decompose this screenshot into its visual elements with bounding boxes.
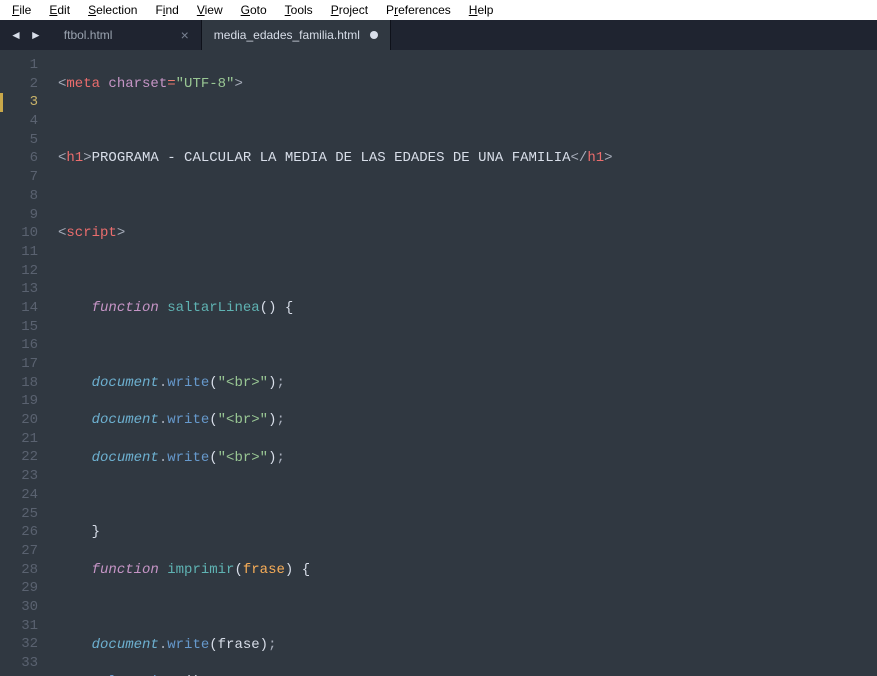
menu-project[interactable]: Project <box>323 1 376 19</box>
code-line[interactable]: document.write(frase); <box>58 636 877 655</box>
code-line[interactable]: document.write("<br>"); <box>58 374 877 393</box>
line-number: 1 <box>0 56 38 75</box>
line-number: 33 <box>0 654 38 673</box>
line-number: 19 <box>0 392 38 411</box>
line-number: 18 <box>0 374 38 393</box>
code-line[interactable]: <meta charset="UTF-8"> <box>58 75 877 94</box>
line-number: 25 <box>0 505 38 524</box>
line-number: 20 <box>0 411 38 430</box>
code-line[interactable]: <script> <box>58 224 877 243</box>
line-number: 3 <box>0 93 38 112</box>
line-number: 24 <box>0 486 38 505</box>
line-number: 22 <box>0 448 38 467</box>
line-number: 32 <box>0 635 38 654</box>
tab-label: media_edades_familia.html <box>214 28 360 42</box>
line-number: 23 <box>0 467 38 486</box>
code-line[interactable]: document.write("<br>"); <box>58 411 877 430</box>
line-number: 17 <box>0 355 38 374</box>
line-number: 12 <box>0 262 38 281</box>
line-gutter: 1 2 3 4 5 6 7 8 9 10 11 12 13 14 15 16 1… <box>0 50 48 676</box>
code-line[interactable] <box>58 262 877 281</box>
menu-help[interactable]: Help <box>461 1 502 19</box>
line-number: 2 <box>0 75 38 94</box>
tab-label: ftbol.html <box>64 28 113 42</box>
code-line[interactable] <box>58 598 877 617</box>
line-number: 11 <box>0 243 38 262</box>
code-line[interactable]: } <box>58 523 877 542</box>
code-line[interactable] <box>58 486 877 505</box>
line-number: 4 <box>0 112 38 131</box>
code-editor[interactable]: 1 2 3 4 5 6 7 8 9 10 11 12 13 14 15 16 1… <box>0 50 877 676</box>
line-number: 7 <box>0 168 38 187</box>
nav-forward-icon[interactable]: ► <box>30 28 42 42</box>
tab-ftbol[interactable]: ftbol.html × <box>52 20 202 50</box>
line-number: 13 <box>0 280 38 299</box>
line-number: 5 <box>0 131 38 150</box>
line-number: 26 <box>0 523 38 542</box>
line-number: 28 <box>0 561 38 580</box>
code-line[interactable] <box>58 112 877 131</box>
menu-preferences[interactable]: Preferences <box>378 1 459 19</box>
line-number: 6 <box>0 149 38 168</box>
nav-back-icon[interactable]: ◄ <box>10 28 22 42</box>
menu-edit[interactable]: Edit <box>41 1 78 19</box>
close-icon[interactable]: × <box>181 27 189 43</box>
code-line[interactable]: function imprimir(frase) { <box>58 561 877 580</box>
line-number: 15 <box>0 318 38 337</box>
line-number: 30 <box>0 598 38 617</box>
code-area[interactable]: <meta charset="UTF-8"> <h1>PROGRAMA - CA… <box>48 50 877 676</box>
line-number: 27 <box>0 542 38 561</box>
line-number: 31 <box>0 617 38 636</box>
menu-goto[interactable]: Goto <box>233 1 275 19</box>
menu-bar: File Edit Selection Find View Goto Tools… <box>0 0 877 20</box>
line-number: 8 <box>0 187 38 206</box>
menu-view[interactable]: View <box>189 1 231 19</box>
line-number: 29 <box>0 579 38 598</box>
tab-media-edades[interactable]: media_edades_familia.html <box>202 20 391 50</box>
code-line[interactable] <box>58 336 877 355</box>
tab-strip: ◄ ► ftbol.html × media_edades_familia.ht… <box>0 20 877 50</box>
menu-selection[interactable]: Selection <box>80 1 145 19</box>
code-line[interactable] <box>58 187 877 206</box>
line-number: 21 <box>0 430 38 449</box>
code-line[interactable]: function saltarLinea() { <box>58 299 877 318</box>
code-line[interactable]: <h1>PROGRAMA - CALCULAR LA MEDIA DE LAS … <box>58 149 877 168</box>
code-line[interactable]: document.write("<br>"); <box>58 449 877 468</box>
line-number: 10 <box>0 224 38 243</box>
menu-tools[interactable]: Tools <box>277 1 321 19</box>
dirty-indicator-icon <box>370 31 378 39</box>
line-number: 14 <box>0 299 38 318</box>
menu-find[interactable]: Find <box>147 1 186 19</box>
menu-file[interactable]: File <box>4 1 39 19</box>
line-number: 16 <box>0 336 38 355</box>
line-number: 9 <box>0 206 38 225</box>
